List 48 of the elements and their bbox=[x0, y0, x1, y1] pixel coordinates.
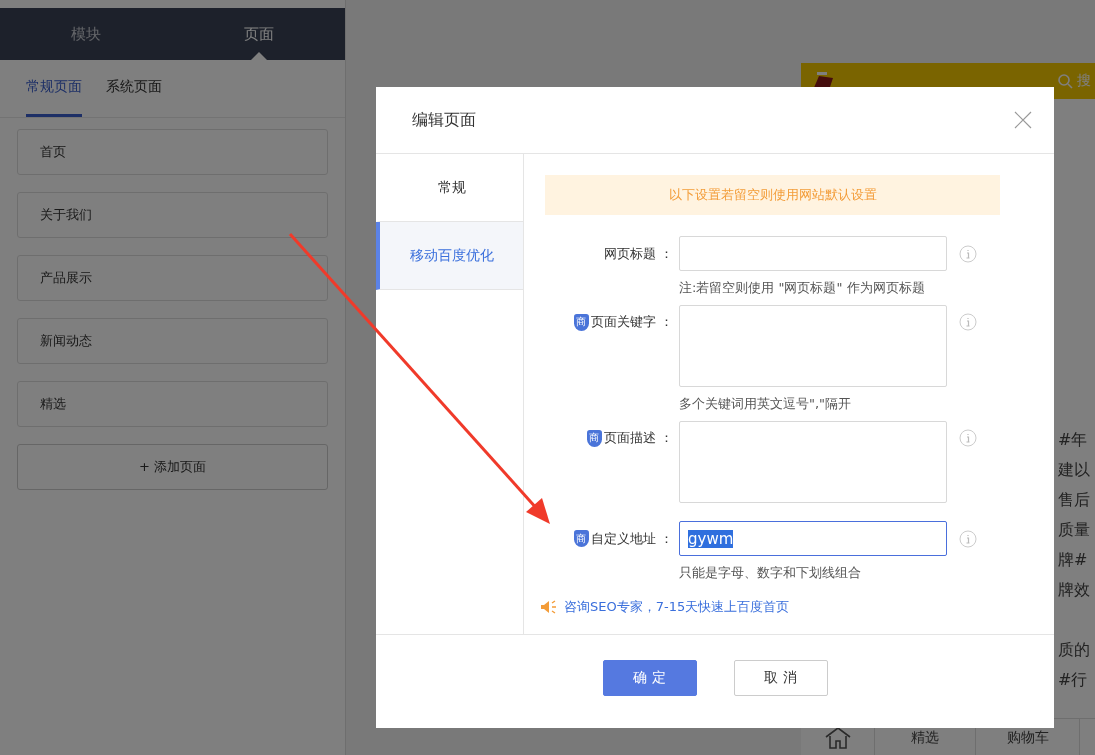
field-label: 页面关键字 ： bbox=[590, 313, 673, 331]
home-icon[interactable] bbox=[823, 727, 852, 749]
nav-label[interactable]: 精选 bbox=[911, 729, 939, 747]
input-field[interactable]: gywm bbox=[679, 521, 947, 556]
article-text: 质的 bbox=[1058, 639, 1091, 661]
speaker-icon bbox=[540, 600, 558, 614]
text-area[interactable] bbox=[679, 305, 947, 387]
info-icon[interactable] bbox=[959, 429, 977, 447]
info-icon[interactable] bbox=[959, 313, 977, 331]
page-type-tab[interactable]: 系统页面 bbox=[106, 60, 162, 117]
close-icon[interactable] bbox=[1014, 111, 1032, 129]
page-item[interactable]: 产品展示 bbox=[17, 255, 328, 301]
shield-badge-icon: 商 bbox=[573, 530, 589, 547]
page-type-tab[interactable]: 常规页面 bbox=[26, 60, 82, 117]
nav-label[interactable]: 购物车 bbox=[1006, 729, 1049, 747]
add-page-button[interactable]: + 添加页面 bbox=[17, 444, 328, 490]
shield-badge-icon: 商 bbox=[573, 313, 589, 331]
field-label: 网页标题 ： bbox=[603, 244, 673, 263]
settings-tab[interactable]: 移动百度优化 bbox=[376, 222, 523, 290]
article-text: 质量 bbox=[1058, 519, 1091, 541]
confirm-button[interactable]: 确 定 bbox=[602, 659, 697, 696]
notice-banner: 以下设置若留空则使用网站默认设置 bbox=[545, 175, 1000, 215]
article-text: #年 bbox=[1058, 429, 1089, 451]
panel-tab[interactable]: 页面 bbox=[172, 8, 345, 60]
article-text: 牌# bbox=[1058, 549, 1089, 571]
article-text: #行 bbox=[1058, 669, 1089, 691]
page-item[interactable]: 新闻动态 bbox=[17, 318, 328, 364]
search-icon[interactable] bbox=[1057, 73, 1073, 89]
page-item[interactable]: 首页 bbox=[17, 129, 328, 175]
shield-badge-icon: 商 bbox=[586, 429, 602, 447]
field-hint: 注:若留空则使用 "网页标题" 作为网页标题 bbox=[679, 279, 926, 297]
field-hint: 多个关键词用英文逗号","隔开 bbox=[679, 395, 853, 413]
input-field[interactable] bbox=[679, 236, 947, 271]
dialog-title: 编辑页面 bbox=[412, 109, 476, 131]
info-icon[interactable] bbox=[959, 529, 977, 548]
field-hint: 只能是字母、数字和下划线组合 bbox=[679, 564, 862, 582]
text-area[interactable] bbox=[679, 421, 947, 503]
field-label: 自定义地址 ： bbox=[590, 529, 673, 548]
article-text: 建以 bbox=[1058, 459, 1091, 481]
page-item[interactable]: 关于我们 bbox=[17, 192, 328, 238]
field-label: 页面描述 ： bbox=[603, 429, 673, 447]
page-item[interactable]: 精选 bbox=[17, 381, 328, 427]
panel-tab[interactable]: 模块 bbox=[0, 8, 173, 60]
seo-consult-link[interactable]: 咨询SEO专家，7-15天快速上百度首页 bbox=[564, 598, 790, 616]
article-text: 牌效 bbox=[1058, 579, 1091, 601]
info-icon[interactable] bbox=[959, 244, 977, 263]
cancel-button[interactable]: 取 消 bbox=[733, 659, 828, 696]
article-text: 售后 bbox=[1058, 489, 1091, 511]
